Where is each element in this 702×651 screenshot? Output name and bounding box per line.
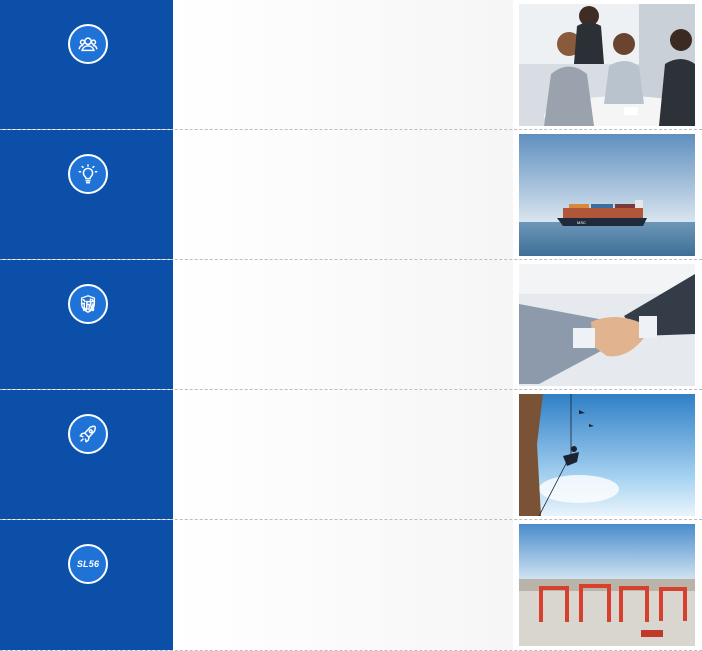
port-cranes-photo xyxy=(519,524,695,646)
integrity-badge-icon: 诚 xyxy=(68,284,108,324)
feature-content-5 xyxy=(173,520,513,650)
feature-row-5: SL56 xyxy=(0,520,702,651)
feature-sidebar-4 xyxy=(0,390,173,519)
integrity-badge-text: 诚 xyxy=(81,297,95,313)
feature-row-1 xyxy=(0,0,702,130)
handshake-photo xyxy=(519,264,695,386)
feature-sidebar-2 xyxy=(0,130,173,259)
rock-climber-photo xyxy=(519,394,695,516)
lightbulb-icon xyxy=(68,154,108,194)
container-ship-photo: MSC xyxy=(519,134,695,256)
sl56-logo-text: SL56 xyxy=(76,559,100,569)
feature-row-3: 诚 xyxy=(0,260,702,390)
feature-content-2 xyxy=(173,130,513,259)
feature-list: MSC 诚 SL56 xyxy=(0,0,702,651)
business-meeting-photo xyxy=(519,4,695,126)
feature-content-4 xyxy=(173,390,513,519)
sl56-logo-icon: SL56 xyxy=(68,544,108,584)
rocket-icon xyxy=(68,414,108,454)
feature-row-2: MSC xyxy=(0,130,702,260)
feature-sidebar-3: 诚 xyxy=(0,260,173,389)
feature-sidebar-1 xyxy=(0,0,173,129)
svg-text:MSC: MSC xyxy=(577,220,586,225)
team-icon xyxy=(68,24,108,64)
feature-sidebar-5: SL56 xyxy=(0,520,173,650)
feature-row-4 xyxy=(0,390,702,520)
feature-content-3 xyxy=(173,260,513,389)
feature-content-1 xyxy=(173,0,513,129)
